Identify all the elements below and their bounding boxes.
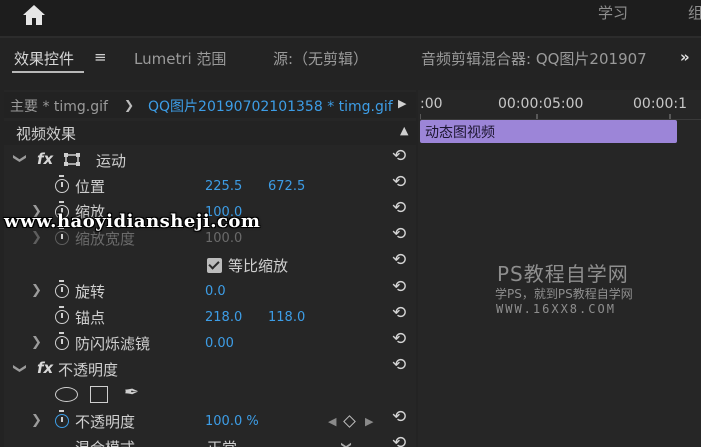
- master-clip-label[interactable]: 主要 * timg.gif: [10, 96, 108, 116]
- reset-rotation-icon[interactable]: ⟲: [392, 277, 406, 297]
- tab-effect-controls[interactable]: 效果控件: [14, 48, 74, 69]
- anti-flicker-label: 防闪烁滤镜: [75, 335, 151, 353]
- uniform-scale-checkbox[interactable]: [207, 258, 222, 273]
- twirl-scale-width-icon: ❯: [31, 230, 42, 245]
- reset-anchor-icon[interactable]: ⟲: [392, 303, 406, 323]
- reset-position-icon[interactable]: ⟲: [392, 172, 406, 192]
- position-x-value[interactable]: 225.5: [205, 179, 242, 194]
- workspace-assembly[interactable]: 组: [688, 2, 701, 23]
- rectangle-mask-icon[interactable]: [90, 386, 108, 403]
- blend-mode-label: 混合模式: [75, 437, 135, 447]
- watermark-ps-title: PS教程自学网: [497, 262, 629, 286]
- timeline-clip-label: 动态图视频: [425, 125, 495, 141]
- position-y-value[interactable]: 672.5: [268, 179, 305, 194]
- twirl-anti-flicker-icon[interactable]: ❯: [31, 335, 42, 350]
- opacity-effect-label: 不透明度: [58, 361, 119, 379]
- watermark-url: www.haoyidiansheji.com: [4, 211, 261, 232]
- fx-icon[interactable]: fx: [37, 150, 53, 168]
- position-label: 位置: [75, 178, 106, 196]
- stopwatch-icon[interactable]: [55, 175, 69, 193]
- opacity-label: 不透明度: [75, 413, 136, 431]
- workspace-learning[interactable]: 学习: [598, 2, 628, 23]
- scroll-up-icon[interactable]: ▲: [400, 124, 408, 137]
- stopwatch-active-icon[interactable]: [55, 410, 69, 428]
- active-tab-indicator: [12, 71, 84, 73]
- fx-icon[interactable]: fx: [37, 359, 53, 377]
- scale-width-value: 100.0: [205, 231, 243, 246]
- reset-opacity-icon[interactable]: ⟲: [392, 407, 406, 427]
- reset-scale-icon[interactable]: ⟲: [392, 198, 406, 218]
- reset-anti-flicker-icon[interactable]: ⟲: [392, 329, 406, 349]
- timecode-10s: 00:00:1: [633, 96, 687, 112]
- anchor-label: 锚点: [75, 309, 106, 327]
- reset-motion-icon[interactable]: ⟲: [392, 146, 406, 166]
- tab-audio-clip-mixer[interactable]: 音频剪辑混合器: QQ图片201907: [421, 48, 647, 69]
- reset-blend-icon[interactable]: ⟲: [392, 433, 406, 447]
- anchor-x-value[interactable]: 218.0: [205, 310, 242, 325]
- tab-lumetri-scopes[interactable]: Lumetri 范围: [134, 48, 226, 69]
- transform-box-icon[interactable]: [63, 152, 81, 167]
- timecode-start: :00: [420, 96, 443, 112]
- reset-scale-width-icon[interactable]: ⟲: [392, 224, 406, 244]
- anti-flicker-value[interactable]: 0.00: [205, 336, 234, 351]
- anchor-y-value[interactable]: 118.0: [268, 310, 305, 325]
- stopwatch-icon[interactable]: [55, 280, 69, 298]
- stopwatch-icon[interactable]: [55, 306, 69, 324]
- motion-effect-label: 运动: [96, 152, 127, 170]
- watermark-ps-url: WWW.16XX8.COM: [496, 302, 616, 316]
- stopwatch-icon: [55, 227, 69, 245]
- twirl-opacity-effect-icon[interactable]: ❯: [12, 363, 27, 374]
- chevron-down-icon[interactable]: ❯: [124, 98, 134, 112]
- more-panels-icon[interactable]: »: [680, 48, 690, 66]
- section-title: 视频效果: [16, 125, 77, 143]
- stopwatch-icon[interactable]: [55, 332, 69, 350]
- tab-source[interactable]: 源:（无剪辑）: [273, 48, 368, 69]
- twirl-opacity-icon[interactable]: ❯: [31, 413, 42, 428]
- sequence-clip-link[interactable]: QQ图片20190702101358 * timg.gif: [148, 96, 393, 116]
- home-icon[interactable]: [22, 4, 46, 26]
- timecode-5s: 00:00:05:00: [498, 96, 584, 112]
- uniform-scale-label: 等比缩放: [228, 257, 289, 275]
- prev-keyframe-icon[interactable]: ◀: [328, 415, 336, 428]
- watermark-ps-subtitle: 学PS，就到PS教程自学网: [495, 287, 633, 301]
- top-bar: [0, 0, 701, 36]
- pen-mask-icon[interactable]: ✒: [124, 382, 139, 403]
- blend-mode-value: 正常: [207, 437, 237, 447]
- ellipse-mask-icon[interactable]: [55, 387, 78, 402]
- reset-uniform-scale-icon[interactable]: ⟲: [392, 250, 406, 270]
- play-icon[interactable]: ▶: [398, 97, 406, 110]
- chevron-down-icon[interactable]: ❯: [341, 441, 352, 447]
- twirl-motion-icon[interactable]: ❯: [12, 153, 27, 164]
- opacity-value[interactable]: 100.0 %: [205, 414, 259, 429]
- rotation-value[interactable]: 0.0: [205, 284, 226, 299]
- rotation-label: 旋转: [75, 283, 106, 301]
- twirl-rotation-icon[interactable]: ❯: [31, 283, 42, 298]
- reset-opacity-effect-icon[interactable]: ⟲: [392, 355, 406, 375]
- next-keyframe-icon[interactable]: ▶: [365, 415, 373, 428]
- panel-menu-icon[interactable]: ≡: [94, 48, 107, 66]
